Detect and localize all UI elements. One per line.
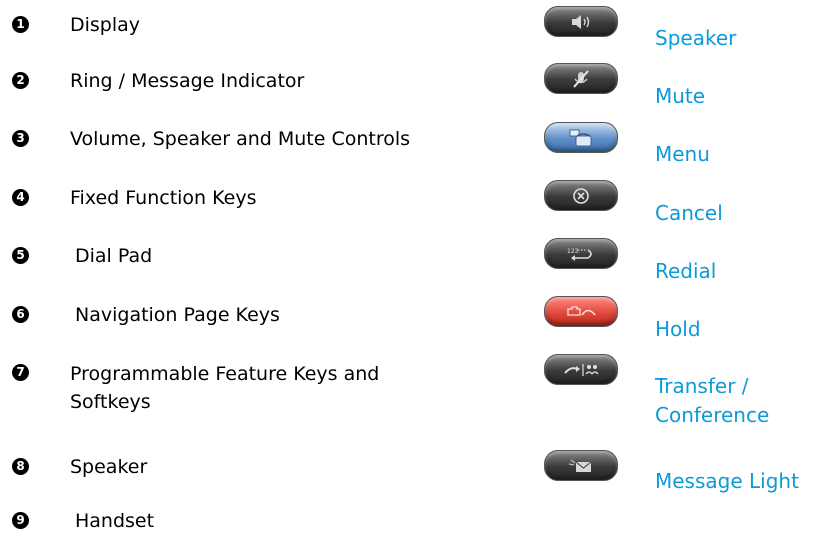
- item-label: Handset: [75, 510, 155, 532]
- item-label: Fixed Function Keys: [70, 187, 257, 209]
- item-label: Programmable Feature Keys and Softkeys: [70, 363, 380, 413]
- item-label: Speaker: [70, 456, 148, 478]
- number-badge: 6: [12, 306, 29, 323]
- key-label: Cancel: [655, 201, 723, 225]
- key-label: Transfer / Conference: [655, 374, 770, 427]
- item-label: Navigation Page Keys: [75, 304, 280, 326]
- number-badge: 7: [12, 364, 29, 381]
- hold-icon: [567, 305, 596, 316]
- number-badge: 5: [12, 247, 29, 264]
- speaker-key-button[interactable]: [544, 6, 618, 37]
- number-badge: 2: [12, 72, 29, 89]
- key-label: Hold: [655, 317, 701, 341]
- speaker-icon: [572, 14, 590, 29]
- message-envelope-icon: [568, 459, 592, 472]
- redial-icon: 123: [567, 248, 592, 261]
- number-badge: 8: [12, 458, 29, 475]
- mute-icon: [573, 69, 589, 88]
- svg-text:123: 123: [567, 248, 579, 255]
- number-badge: 3: [12, 130, 29, 147]
- menu-key-button[interactable]: [544, 122, 618, 153]
- item-label: Volume, Speaker and Mute Controls: [70, 128, 411, 150]
- hold-key-button[interactable]: [544, 296, 618, 327]
- number-badge: 9: [12, 512, 29, 529]
- message-light-key-button[interactable]: [544, 450, 618, 481]
- item-label: Dial Pad: [75, 245, 153, 267]
- number-badge: 1: [12, 16, 29, 33]
- key-label: Menu: [655, 142, 710, 166]
- cancel-key-button[interactable]: [544, 180, 618, 211]
- menu-phone-icon: [569, 129, 592, 146]
- key-label: Message Light: [655, 469, 799, 493]
- item-label: Display: [70, 14, 141, 36]
- cancel-icon: [573, 187, 589, 204]
- transfer-conference-key-button[interactable]: [544, 354, 618, 385]
- key-label: Mute: [655, 84, 706, 108]
- key-label: Speaker: [655, 26, 737, 50]
- number-badge: 4: [12, 189, 29, 206]
- key-label: Redial: [655, 259, 717, 283]
- redial-key-button[interactable]: 123: [544, 238, 618, 269]
- mute-key-button[interactable]: [544, 63, 618, 94]
- transfer-conference-icon: [564, 363, 599, 376]
- item-label: Ring / Message Indicator: [70, 70, 305, 92]
